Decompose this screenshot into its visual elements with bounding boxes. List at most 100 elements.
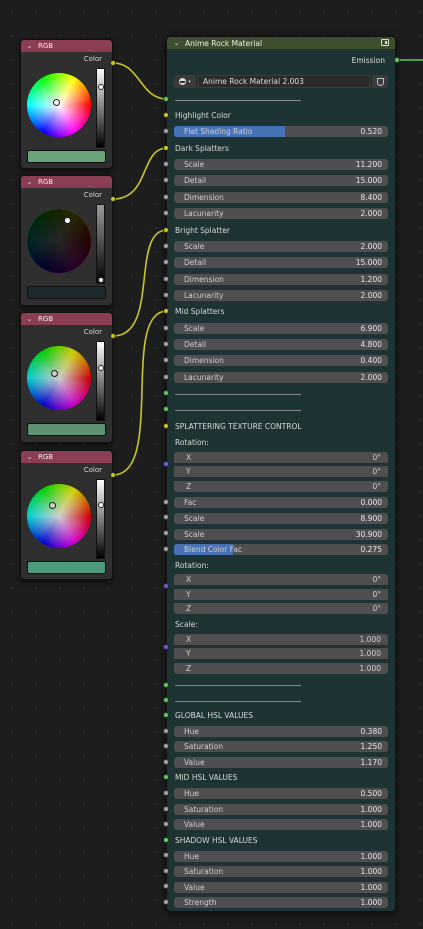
value-slider-handle[interactable] [97,502,104,508]
rotation2-socket[interactable] [163,583,169,589]
shadow-hue-socket[interactable] [163,852,169,858]
dark-dimension-socket[interactable] [163,194,169,200]
global-value-field[interactable]: Value 1.170 [174,757,388,768]
color-swatch[interactable] [27,423,106,436]
shadow-saturation-socket[interactable] [163,868,169,874]
chevron-down-icon[interactable]: ⌄ [26,453,33,461]
shadow-strength-socket[interactable] [163,899,169,905]
anime-rock-material-node[interactable]: ⌄ Anime Rock Material Emission ▾ Anime R… [166,36,396,912]
rgb-node-header[interactable]: ⌄ RGB [21,176,112,188]
bright-lacunarity-socket[interactable] [163,292,169,298]
rotation2-x-field[interactable]: X 0° [174,574,388,585]
color-wheel-cursor[interactable] [49,502,56,509]
material-selector[interactable]: ▾ Anime Rock Material 2.003 [174,75,388,88]
mid-scale-socket[interactable] [163,325,169,331]
mid-hue-socket[interactable] [163,790,169,796]
dark-lacunarity-socket[interactable] [163,210,169,216]
global-saturation-socket[interactable] [163,743,169,749]
mid-dimension-socket[interactable] [163,357,169,363]
global-hsl-socket[interactable] [163,712,169,718]
rgb-node-3[interactable]: ⌄ RGB Color [20,312,113,443]
input-socket[interactable] [163,682,169,688]
emission-output-socket[interactable] [394,57,400,63]
rotation2-z-field[interactable]: Z 0° [174,603,388,614]
global-hue-socket[interactable] [163,728,169,734]
value-slider[interactable] [96,479,105,559]
rgb-output-socket[interactable] [110,333,116,339]
mid-detail-field[interactable]: Detail 4.800 [174,339,388,350]
bright-detail-field[interactable]: Detail 15.000 [174,257,388,268]
mid-hue-field[interactable]: Hue 0.500 [174,788,388,799]
global-saturation-field[interactable]: Saturation 1.250 [174,741,388,752]
color-wheel[interactable] [27,346,91,410]
dark-splatters-socket[interactable] [163,145,169,151]
scale-vector-socket[interactable] [163,644,169,650]
mid-value-socket[interactable] [163,821,169,827]
rgb-output-socket[interactable] [110,196,116,202]
dark-lacunarity-field[interactable]: Lacunarity 2.000 [174,208,388,219]
rgb-node-4[interactable]: ⌄ RGB Color [20,450,113,580]
mid-saturation-field[interactable]: Saturation 1.000 [174,804,388,815]
bright-splatter-socket[interactable] [163,227,169,233]
mid-hsl-socket[interactable] [163,774,169,780]
rotation-x-field[interactable]: X 0° [174,452,388,463]
bright-scale-socket[interactable] [163,243,169,249]
mid-detail-socket[interactable] [163,341,169,347]
shadow-value-field[interactable]: Value 1.000 [174,882,388,893]
bright-lacunarity-field[interactable]: Lacunarity 2.000 [174,290,388,301]
material-name-field[interactable]: Anime Rock Material 2.003 [198,75,370,88]
rgb-output-socket[interactable] [110,472,116,478]
scale-field-2[interactable]: Scale 30.900 [174,529,388,540]
color-swatch[interactable] [27,150,106,163]
shadow-hue-field[interactable]: Hue 1.000 [174,851,388,862]
input-socket[interactable] [163,96,169,102]
bright-detail-socket[interactable] [163,259,169,265]
shadow-value-socket[interactable] [163,883,169,889]
scale-z-field[interactable]: Z 1.000 [174,663,388,674]
rotation-y-field[interactable]: Y 0° [174,466,388,477]
fake-user-button[interactable] [372,75,388,88]
color-wheel[interactable] [27,73,91,137]
color-wheel[interactable] [27,209,91,273]
dark-scale-field[interactable]: Scale 11.200 [174,159,388,170]
bright-scale-field[interactable]: Scale 2.000 [174,241,388,252]
color-swatch[interactable] [27,561,106,574]
fac-field[interactable]: Fac 0.000 [174,497,388,508]
value-slider[interactable] [96,204,105,284]
value-slider-handle[interactable] [97,365,104,371]
global-hue-field[interactable]: Hue 0.380 [174,726,388,737]
rotation-socket[interactable] [163,461,169,467]
rotation2-y-field[interactable]: Y 0° [174,589,388,600]
dark-detail-socket[interactable] [163,177,169,183]
bright-dimension-socket[interactable] [163,276,169,282]
scale-y-field[interactable]: Y 1.000 [174,648,388,659]
value-slider[interactable] [96,68,105,148]
color-wheel-cursor[interactable] [64,217,71,224]
mid-scale-field[interactable]: Scale 6.900 [174,323,388,334]
mid-dimension-field[interactable]: Dimension 0.400 [174,355,388,366]
main-node-header[interactable]: ⌄ Anime Rock Material [167,37,395,49]
rgb-node-header[interactable]: ⌄ RGB [21,40,112,52]
rgb-output-socket[interactable] [110,60,116,66]
dark-detail-field[interactable]: Detail 15.000 [174,175,388,186]
chevron-down-icon[interactable]: ⌄ [26,42,33,50]
scale-socket-1[interactable] [163,514,169,520]
shadow-strength-field[interactable]: Strength 1.000 [174,897,388,908]
highlight-color-socket[interactable] [163,112,169,118]
scale-field-1[interactable]: Scale 8.900 [174,513,388,524]
mid-saturation-socket[interactable] [163,806,169,812]
mid-lacunarity-socket[interactable] [163,374,169,380]
node-group-icon[interactable] [381,39,389,46]
dark-dimension-field[interactable]: Dimension 8.400 [174,192,388,203]
chevron-down-icon[interactable]: ⌄ [26,315,33,323]
scale-x-field[interactable]: X 1.000 [174,634,388,645]
value-slider[interactable] [96,341,105,421]
rgb-node-header[interactable]: ⌄ RGB [21,313,112,325]
mid-value-field[interactable]: Value 1.000 [174,819,388,830]
input-socket[interactable] [163,390,169,396]
color-wheel[interactable] [27,484,91,548]
value-slider-handle[interactable] [97,277,104,283]
dark-scale-socket[interactable] [163,161,169,167]
shadow-saturation-field[interactable]: Saturation 1.000 [174,866,388,877]
shadow-hsl-socket[interactable] [163,837,169,843]
